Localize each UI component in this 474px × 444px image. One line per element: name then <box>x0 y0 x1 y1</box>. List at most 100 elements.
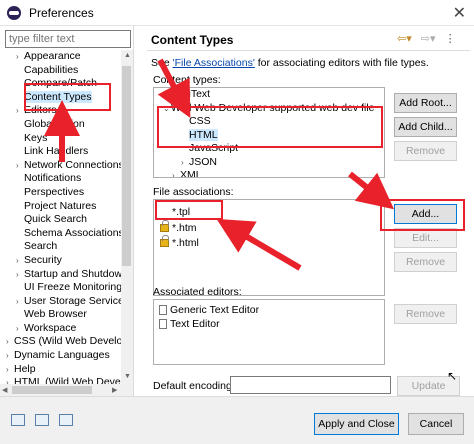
chevron-down-icon[interactable]: ⌄ <box>163 102 171 116</box>
chevron-right-icon[interactable]: › <box>16 50 24 64</box>
tree-item[interactable]: Notifications <box>0 172 121 186</box>
close-icon[interactable]: ✕ <box>453 3 466 23</box>
tree-item[interactable]: ›CSS (Wild Web Developer) <box>0 335 121 349</box>
content-type-item[interactable]: CSS <box>154 115 384 129</box>
tree-item[interactable]: › Security <box>0 254 121 268</box>
tree-item[interactable]: Capabilities <box>0 64 121 78</box>
vertical-scroll-thumb[interactable] <box>122 66 131 266</box>
mouse-cursor-icon: ↖ <box>447 369 458 383</box>
tree-item[interactable]: UI Freeze Monitoring <box>0 281 121 295</box>
cancel-button[interactable]: Cancel <box>408 413 464 435</box>
file-association-label: *.tpl <box>172 206 191 218</box>
content-type-label: JSON <box>189 155 218 168</box>
tree-item[interactable]: Schema Associations <box>0 227 121 241</box>
scroll-left-icon[interactable]: ◀ <box>2 386 7 394</box>
content-types-page: Content Types ⇦▾ ⇨▾ ⋮ See 'File Associat… <box>143 26 474 396</box>
chevron-right-icon[interactable]: › <box>16 104 24 118</box>
content-types-tree[interactable]: › WikiText ⌄Wild Web Developer supported w… <box>153 87 385 178</box>
content-type-item[interactable]: › WikiText <box>154 88 384 102</box>
horizontal-scroll-thumb[interactable] <box>12 386 92 394</box>
tree-item-label: Dynamic Languages <box>14 349 110 362</box>
tree-item-label: Editors <box>24 104 57 117</box>
tree-item[interactable]: Globalization <box>0 118 121 132</box>
chevron-right-icon[interactable]: › <box>16 254 24 268</box>
tree-item[interactable]: › Startup and Shutdown <box>0 268 121 282</box>
tree-item[interactable]: › Help <box>0 363 121 377</box>
chevron-right-icon[interactable]: › <box>172 169 180 177</box>
tree-item-label: Quick Search <box>24 213 88 226</box>
chevron-right-icon[interactable]: › <box>6 335 14 349</box>
editor-item[interactable]: Generic Text Editor <box>159 304 384 318</box>
tree-item[interactable]: › Dynamic Languages <box>0 349 121 363</box>
chevron-right-icon[interactable]: › <box>6 363 14 377</box>
chevron-right-icon[interactable]: › <box>16 322 24 336</box>
chevron-right-icon[interactable]: › <box>16 295 24 309</box>
remove-content-type-button[interactable]: Remove <box>394 141 457 161</box>
tree-item[interactable]: › Editors <box>0 104 121 118</box>
file-associations-list[interactable]: *.tpl *.htm *.html <box>153 199 385 296</box>
tree-item[interactable]: Perspectives <box>0 186 121 200</box>
tree-item-label: Content Types <box>24 90 92 103</box>
page-title: Content Types <box>151 33 234 47</box>
back-icon[interactable]: ⇦▾ <box>397 33 412 45</box>
forward-icon[interactable]: ⇨▾ <box>421 33 436 45</box>
chevron-right-icon[interactable]: › <box>181 156 189 170</box>
tree-item[interactable]: Compare/Patch <box>0 77 121 91</box>
default-encoding-input[interactable] <box>230 376 391 394</box>
tree-item[interactable]: Link Handlers <box>0 145 121 159</box>
tree-item[interactable]: › User Storage Service <box>0 295 121 309</box>
editor-label: Text Editor <box>170 317 220 330</box>
scroll-right-icon[interactable]: ▶ <box>112 386 117 394</box>
scroll-up-icon[interactable]: ▲ <box>124 52 131 59</box>
scroll-down-icon[interactable]: ▼ <box>124 373 131 380</box>
content-type-item[interactable]: › XML <box>154 169 384 178</box>
associated-editors-list[interactable]: Generic Text Editor Text Editor <box>153 299 385 365</box>
edit-file-association-button[interactable]: Edit... <box>394 228 457 248</box>
menu-icon[interactable]: ⋮ <box>445 33 456 45</box>
content-type-item[interactable]: ⌄Wild Web Developer supported web dev fi… <box>154 102 384 116</box>
tree-item-label: Security <box>24 253 62 266</box>
file-association-label: *.html <box>172 237 199 249</box>
content-type-item[interactable]: JavaScript <box>154 142 384 156</box>
filter-input[interactable] <box>5 30 131 48</box>
remove-file-association-button[interactable]: Remove <box>394 252 457 272</box>
import-icon[interactable] <box>35 414 49 426</box>
content-type-item[interactable]: HTML <box>154 128 384 143</box>
apply-and-close-button[interactable]: Apply and Close <box>314 413 399 435</box>
chevron-right-icon[interactable]: › <box>16 268 24 282</box>
tree-item[interactable]: Content Types <box>0 90 121 105</box>
tree-item-label: Network Connections <box>24 158 121 171</box>
tree-item[interactable]: Keys <box>0 132 121 146</box>
chevron-right-icon[interactable]: › <box>16 159 24 173</box>
file-associations-link[interactable]: 'File Associations' <box>173 57 255 69</box>
tree-item-label: Globalization <box>24 117 85 130</box>
file-icon <box>159 305 167 316</box>
export-icon[interactable] <box>59 414 73 426</box>
tree-item-label: Schema Associations <box>24 226 121 239</box>
file-association-item[interactable]: *.html <box>160 235 384 251</box>
chevron-right-icon[interactable]: › <box>163 88 171 102</box>
tree-item[interactable]: Search <box>0 240 121 254</box>
tree-item[interactable]: Quick Search <box>0 213 121 227</box>
add-root-button[interactable]: Add Root... <box>394 93 457 113</box>
preferences-tree: › Appearance Capabilities Compare/Patch Cont… <box>0 50 121 396</box>
add-file-association-button[interactable]: Add... <box>394 204 457 224</box>
add-child-button[interactable]: Add Child... <box>394 117 457 137</box>
remove-editor-button[interactable]: Remove <box>394 304 457 324</box>
tree-item[interactable]: Project Natures <box>0 200 121 214</box>
tree-item-label: Keys <box>24 131 48 144</box>
tree-item[interactable]: › Workspace <box>0 322 121 336</box>
help-icon[interactable] <box>11 414 25 426</box>
file-association-item[interactable]: *.htm <box>160 219 384 236</box>
editor-item[interactable]: Text Editor <box>159 318 384 332</box>
tree-item-label: Help <box>14 362 36 375</box>
lock-icon <box>160 219 169 232</box>
tree-item[interactable]: Web Browser <box>0 308 121 322</box>
content-type-item[interactable]: › JSON <box>154 156 384 170</box>
tree-item[interactable]: › Network Connections <box>0 159 121 173</box>
content-type-label: XML <box>180 169 202 178</box>
file-association-item[interactable]: *.tpl <box>160 206 384 220</box>
tree-item[interactable]: › Appearance <box>0 50 121 64</box>
chevron-right-icon[interactable]: › <box>6 349 14 363</box>
editor-label: Generic Text Editor <box>170 304 260 316</box>
